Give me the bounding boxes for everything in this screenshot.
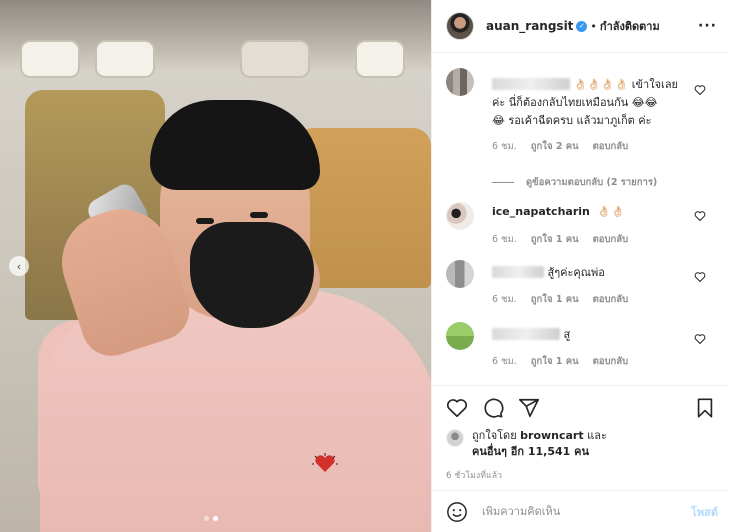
author-avatar[interactable] bbox=[446, 12, 474, 40]
post-timestamp[interactable]: 6 ชั่วโมงที่แล้ว bbox=[446, 468, 716, 482]
reply-button[interactable]: ตอบกลับ bbox=[593, 232, 629, 247]
following-button[interactable]: กำลังติดตาม bbox=[600, 17, 660, 35]
heart-logo-icon bbox=[312, 453, 338, 472]
comment-meta: 6 ชม. ถูกใจ 1 คน ตอบกลับ bbox=[492, 232, 628, 247]
comment-meta: 6 ชม. ถูกใจ 1 คน ตอบกลับ bbox=[492, 354, 628, 369]
likes-others-count[interactable]: คนอื่นๆ อีก 11,541 คน bbox=[472, 445, 589, 458]
verified-badge-icon: ✓ bbox=[576, 20, 588, 32]
heart-icon[interactable] bbox=[446, 397, 468, 419]
person-hair bbox=[150, 100, 320, 190]
comment-time: 6 ชม. bbox=[492, 234, 517, 245]
comment-time: 6 ชม. bbox=[492, 356, 517, 367]
comment-line: 😂 รอเค้าฉีดครบ แล้วมาภูเก็ต ค่ะ bbox=[492, 114, 652, 127]
carousel-dot-active bbox=[213, 516, 218, 521]
comment-like-icon[interactable] bbox=[694, 210, 706, 222]
author-username[interactable]: auan_rangsit bbox=[486, 19, 573, 33]
chevron-left-icon[interactable]: ‹ bbox=[9, 256, 29, 276]
comment-meta: 6 ชม. ถูกใจ 2 คน ตอบกลับ bbox=[492, 139, 628, 154]
likes-prefix: ถูกใจโดย bbox=[472, 429, 517, 442]
post-comment-button[interactable]: โพสต์ bbox=[691, 503, 718, 521]
comment-like-icon[interactable] bbox=[694, 271, 706, 283]
bookmark-icon[interactable] bbox=[694, 397, 716, 419]
view-replies-label: ดูข้อความตอบกลับ (2 รายการ) bbox=[526, 177, 658, 188]
commenter-avatar[interactable] bbox=[446, 260, 474, 288]
emoji-icon[interactable] bbox=[446, 501, 468, 523]
black-face-mask bbox=[190, 222, 314, 328]
cabin-window bbox=[20, 40, 80, 78]
add-comment-bar: โพสต์ bbox=[432, 490, 729, 532]
comment-text: สู bbox=[492, 326, 702, 344]
commenter-avatar[interactable] bbox=[446, 68, 474, 96]
share-icon[interactable] bbox=[518, 397, 540, 419]
comment-line: 👌🏻👌🏻👌🏻👌🏻 เข้าใจเลย bbox=[573, 78, 679, 91]
comment-meta: 6 ชม. ถูกใจ 1 คน ตอบกลับ bbox=[492, 292, 628, 307]
cabin-window bbox=[355, 40, 405, 78]
likes-joiner: และ bbox=[587, 429, 607, 442]
hidden-username[interactable] bbox=[492, 328, 560, 340]
reply-button[interactable]: ตอบกลับ bbox=[593, 292, 629, 307]
likes-text: ถูกใจโดย browncart และ คนอื่นๆ อีก 11,54… bbox=[472, 428, 607, 460]
person-eye-left bbox=[196, 218, 214, 224]
person-eye-right bbox=[250, 212, 268, 218]
comments-list: 👌🏻👌🏻👌🏻👌🏻 เข้าใจเลย ค่ะ นี่ก็ต้องกลับไทยเ… bbox=[432, 60, 729, 385]
comment-input[interactable] bbox=[482, 505, 691, 518]
hidden-username[interactable] bbox=[492, 266, 544, 278]
comment-time: 6 ชม. bbox=[492, 294, 517, 305]
comment-likes-count[interactable]: ถูกใจ 1 คน bbox=[531, 292, 579, 307]
post-actions: ถูกใจโดย browncart และ คนอื่นๆ อีก 11,54… bbox=[432, 385, 729, 482]
post-side-panel: auan_rangsit ✓ • กำลังติดตาม ··· 👌🏻👌🏻👌🏻👌… bbox=[431, 0, 729, 532]
carousel-dot bbox=[204, 516, 209, 521]
replies-divider-line bbox=[492, 182, 514, 183]
comment-icon[interactable] bbox=[482, 397, 504, 419]
hidden-username[interactable] bbox=[492, 78, 570, 90]
first-liker-username[interactable]: browncart bbox=[520, 429, 583, 442]
cabin-panel bbox=[240, 40, 310, 78]
carousel-dots bbox=[204, 516, 218, 521]
comment-line: ค่ะ นี่ก็ต้องกลับไทยเหมือนกัน 😂😂 bbox=[492, 96, 658, 109]
comment-like-icon[interactable] bbox=[694, 333, 706, 345]
comment-likes-count[interactable]: ถูกใจ 1 คน bbox=[531, 232, 579, 247]
post-header: auan_rangsit ✓ • กำลังติดตาม ··· bbox=[432, 0, 729, 53]
comment-text: สู้ๆค่ะคุณพ่อ bbox=[492, 264, 702, 282]
comment-text: 👌🏻👌🏻👌🏻👌🏻 เข้าใจเลย ค่ะ นี่ก็ต้องกลับไทยเ… bbox=[492, 76, 702, 130]
comment-username[interactable]: ice_napatcharin bbox=[492, 205, 590, 218]
commenter-avatar[interactable] bbox=[446, 322, 474, 350]
comment-content: สู้ๆค่ะคุณพ่อ bbox=[547, 266, 605, 279]
comment-text: ice_napatcharin 👌🏻👌🏻 bbox=[492, 203, 702, 221]
commenter-avatar[interactable] bbox=[446, 202, 474, 230]
comment-likes-count[interactable]: ถูกใจ 2 คน bbox=[531, 139, 579, 154]
comment-like-icon[interactable] bbox=[694, 84, 706, 96]
reply-button[interactable]: ตอบกลับ bbox=[593, 354, 629, 369]
header-separator: • bbox=[590, 19, 597, 33]
cabin-window bbox=[95, 40, 155, 78]
liker-avatar[interactable] bbox=[446, 429, 464, 447]
likes-summary: ถูกใจโดย browncart และ คนอื่นๆ อีก 11,54… bbox=[446, 428, 716, 460]
comment-likes-count[interactable]: ถูกใจ 1 คน bbox=[531, 354, 579, 369]
more-options-icon[interactable]: ··· bbox=[698, 18, 717, 34]
reply-button[interactable]: ตอบกลับ bbox=[593, 139, 629, 154]
post-photo[interactable]: ‹ bbox=[0, 0, 431, 532]
comment-content: สู bbox=[563, 328, 571, 341]
view-replies-button[interactable]: ดูข้อความตอบกลับ (2 รายการ) bbox=[492, 175, 657, 190]
comment-content: 👌🏻👌🏻 bbox=[597, 205, 625, 218]
action-bar bbox=[446, 386, 716, 430]
comment-time: 6 ชม. bbox=[492, 141, 517, 152]
